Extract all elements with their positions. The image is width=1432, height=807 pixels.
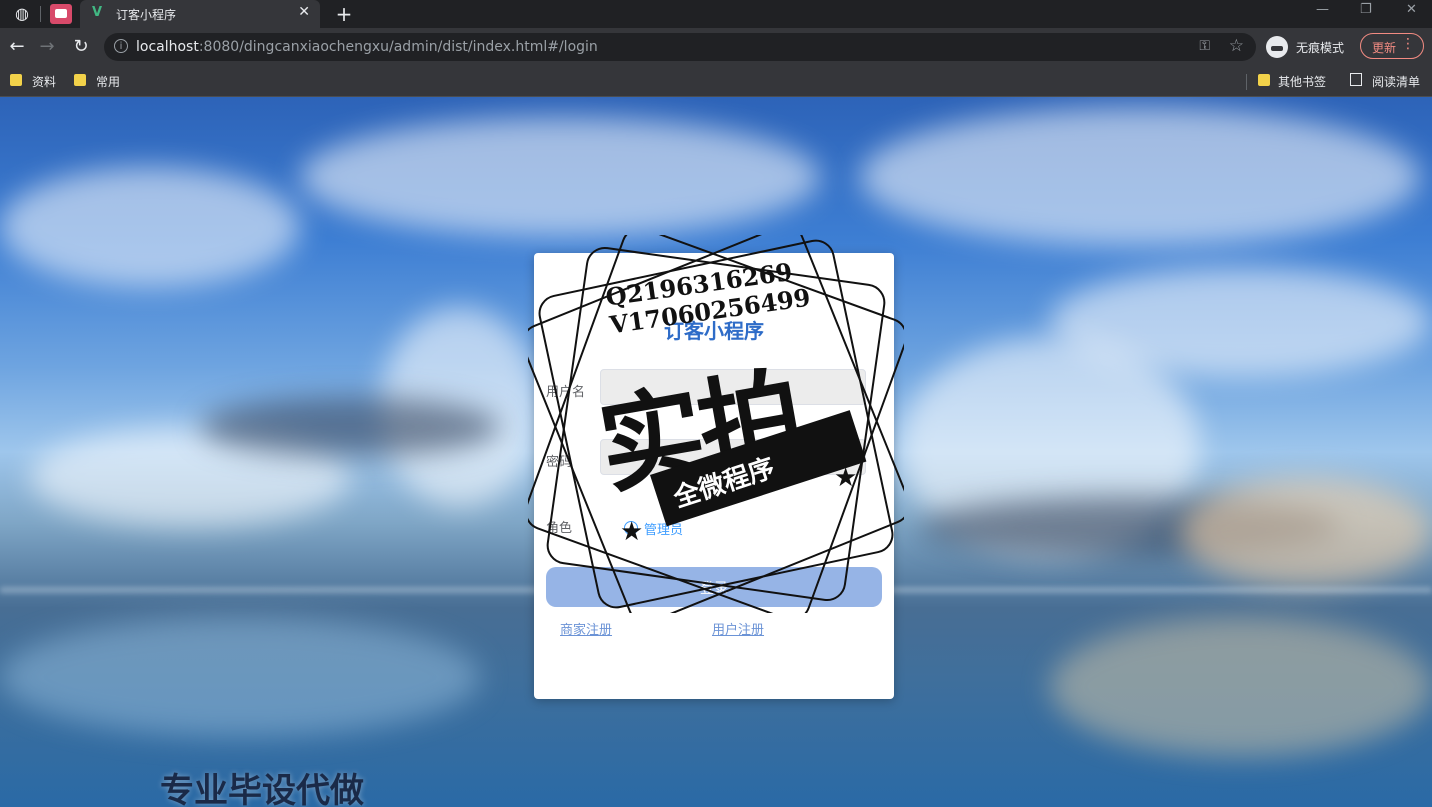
- tab-strip: ◍ V 订客小程序 ✕ + — ❐ ✕: [0, 0, 1432, 28]
- reading-list[interactable]: 阅读清单: [1372, 73, 1420, 90]
- pinned-tab[interactable]: [50, 4, 72, 24]
- folder-icon: [10, 74, 22, 86]
- background-cloud: [200, 397, 500, 457]
- background-cloud: [860, 107, 1420, 247]
- new-tab-button[interactable]: +: [334, 2, 354, 26]
- bookmark-folder-2[interactable]: 常用: [96, 73, 120, 90]
- back-arrow-icon[interactable]: ←: [6, 36, 28, 58]
- reload-icon[interactable]: ↻: [70, 36, 92, 58]
- sea-reflection: [0, 617, 480, 737]
- other-bookmarks[interactable]: 其他书签: [1278, 73, 1326, 90]
- bottom-banner-text: 专业毕设代做: [160, 771, 364, 807]
- site-info-icon[interactable]: i: [114, 39, 128, 53]
- background-cloud: [300, 117, 820, 237]
- tab-title: 订客小程序: [116, 8, 177, 22]
- merchant-register-link[interactable]: 商家注册: [560, 619, 612, 638]
- sea-reflection: [1050, 617, 1432, 757]
- more-menu-icon[interactable]: ⋮: [1401, 36, 1415, 52]
- star-icon: ★: [620, 517, 644, 547]
- bookmark-star-icon[interactable]: ☆: [1229, 36, 1244, 56]
- globe-icon[interactable]: ◍: [12, 4, 32, 24]
- login-page: 订客小程序 用户名 密码 角色 管理员 登录 商家注册 用户注册 Q219631…: [0, 97, 1432, 807]
- folder-icon: [74, 74, 86, 86]
- incognito-label: 无痕模式: [1296, 41, 1345, 55]
- update-button[interactable]: 更新 ⋮: [1360, 33, 1424, 59]
- tab-separator: [40, 6, 41, 22]
- background-cloud: [0, 167, 300, 287]
- minimize-icon[interactable]: —: [1316, 2, 1329, 17]
- forward-arrow-icon[interactable]: →: [36, 36, 58, 58]
- bookmark-folder-1[interactable]: 资料: [32, 73, 56, 90]
- star-icon: ★: [834, 463, 858, 493]
- folder-icon: [1258, 74, 1270, 86]
- bookmarks-bar: 资料 常用 其他书签 阅读清单: [0, 66, 1432, 97]
- address-bar[interactable]: i localhost:8080/dingcanxiaochengxu/admi…: [104, 33, 1256, 61]
- vue-logo-icon: V: [92, 5, 103, 20]
- bookmark-separator: [1246, 74, 1247, 90]
- key-icon[interactable]: ⚿: [1199, 38, 1210, 54]
- close-tab-icon[interactable]: ✕: [298, 4, 310, 20]
- active-tab[interactable]: V 订客小程序 ✕: [80, 0, 320, 28]
- reading-list-icon: [1350, 73, 1362, 86]
- browser-toolbar: ← → ↻ i localhost:8080/dingcanxiaochengx…: [0, 28, 1432, 66]
- sunset-glow: [1180, 477, 1432, 587]
- restore-icon[interactable]: ❐: [1360, 2, 1372, 17]
- user-register-link[interactable]: 用户注册: [712, 619, 764, 638]
- update-label: 更新: [1372, 41, 1397, 55]
- url-text[interactable]: localhost:8080/dingcanxiaochengxu/admin/…: [136, 39, 598, 55]
- window-close-icon[interactable]: ✕: [1406, 2, 1417, 17]
- incognito-icon[interactable]: [1266, 36, 1288, 58]
- url-path: :8080/dingcanxiaochengxu/admin/dist/inde…: [198, 39, 598, 55]
- url-host: localhost: [136, 39, 199, 55]
